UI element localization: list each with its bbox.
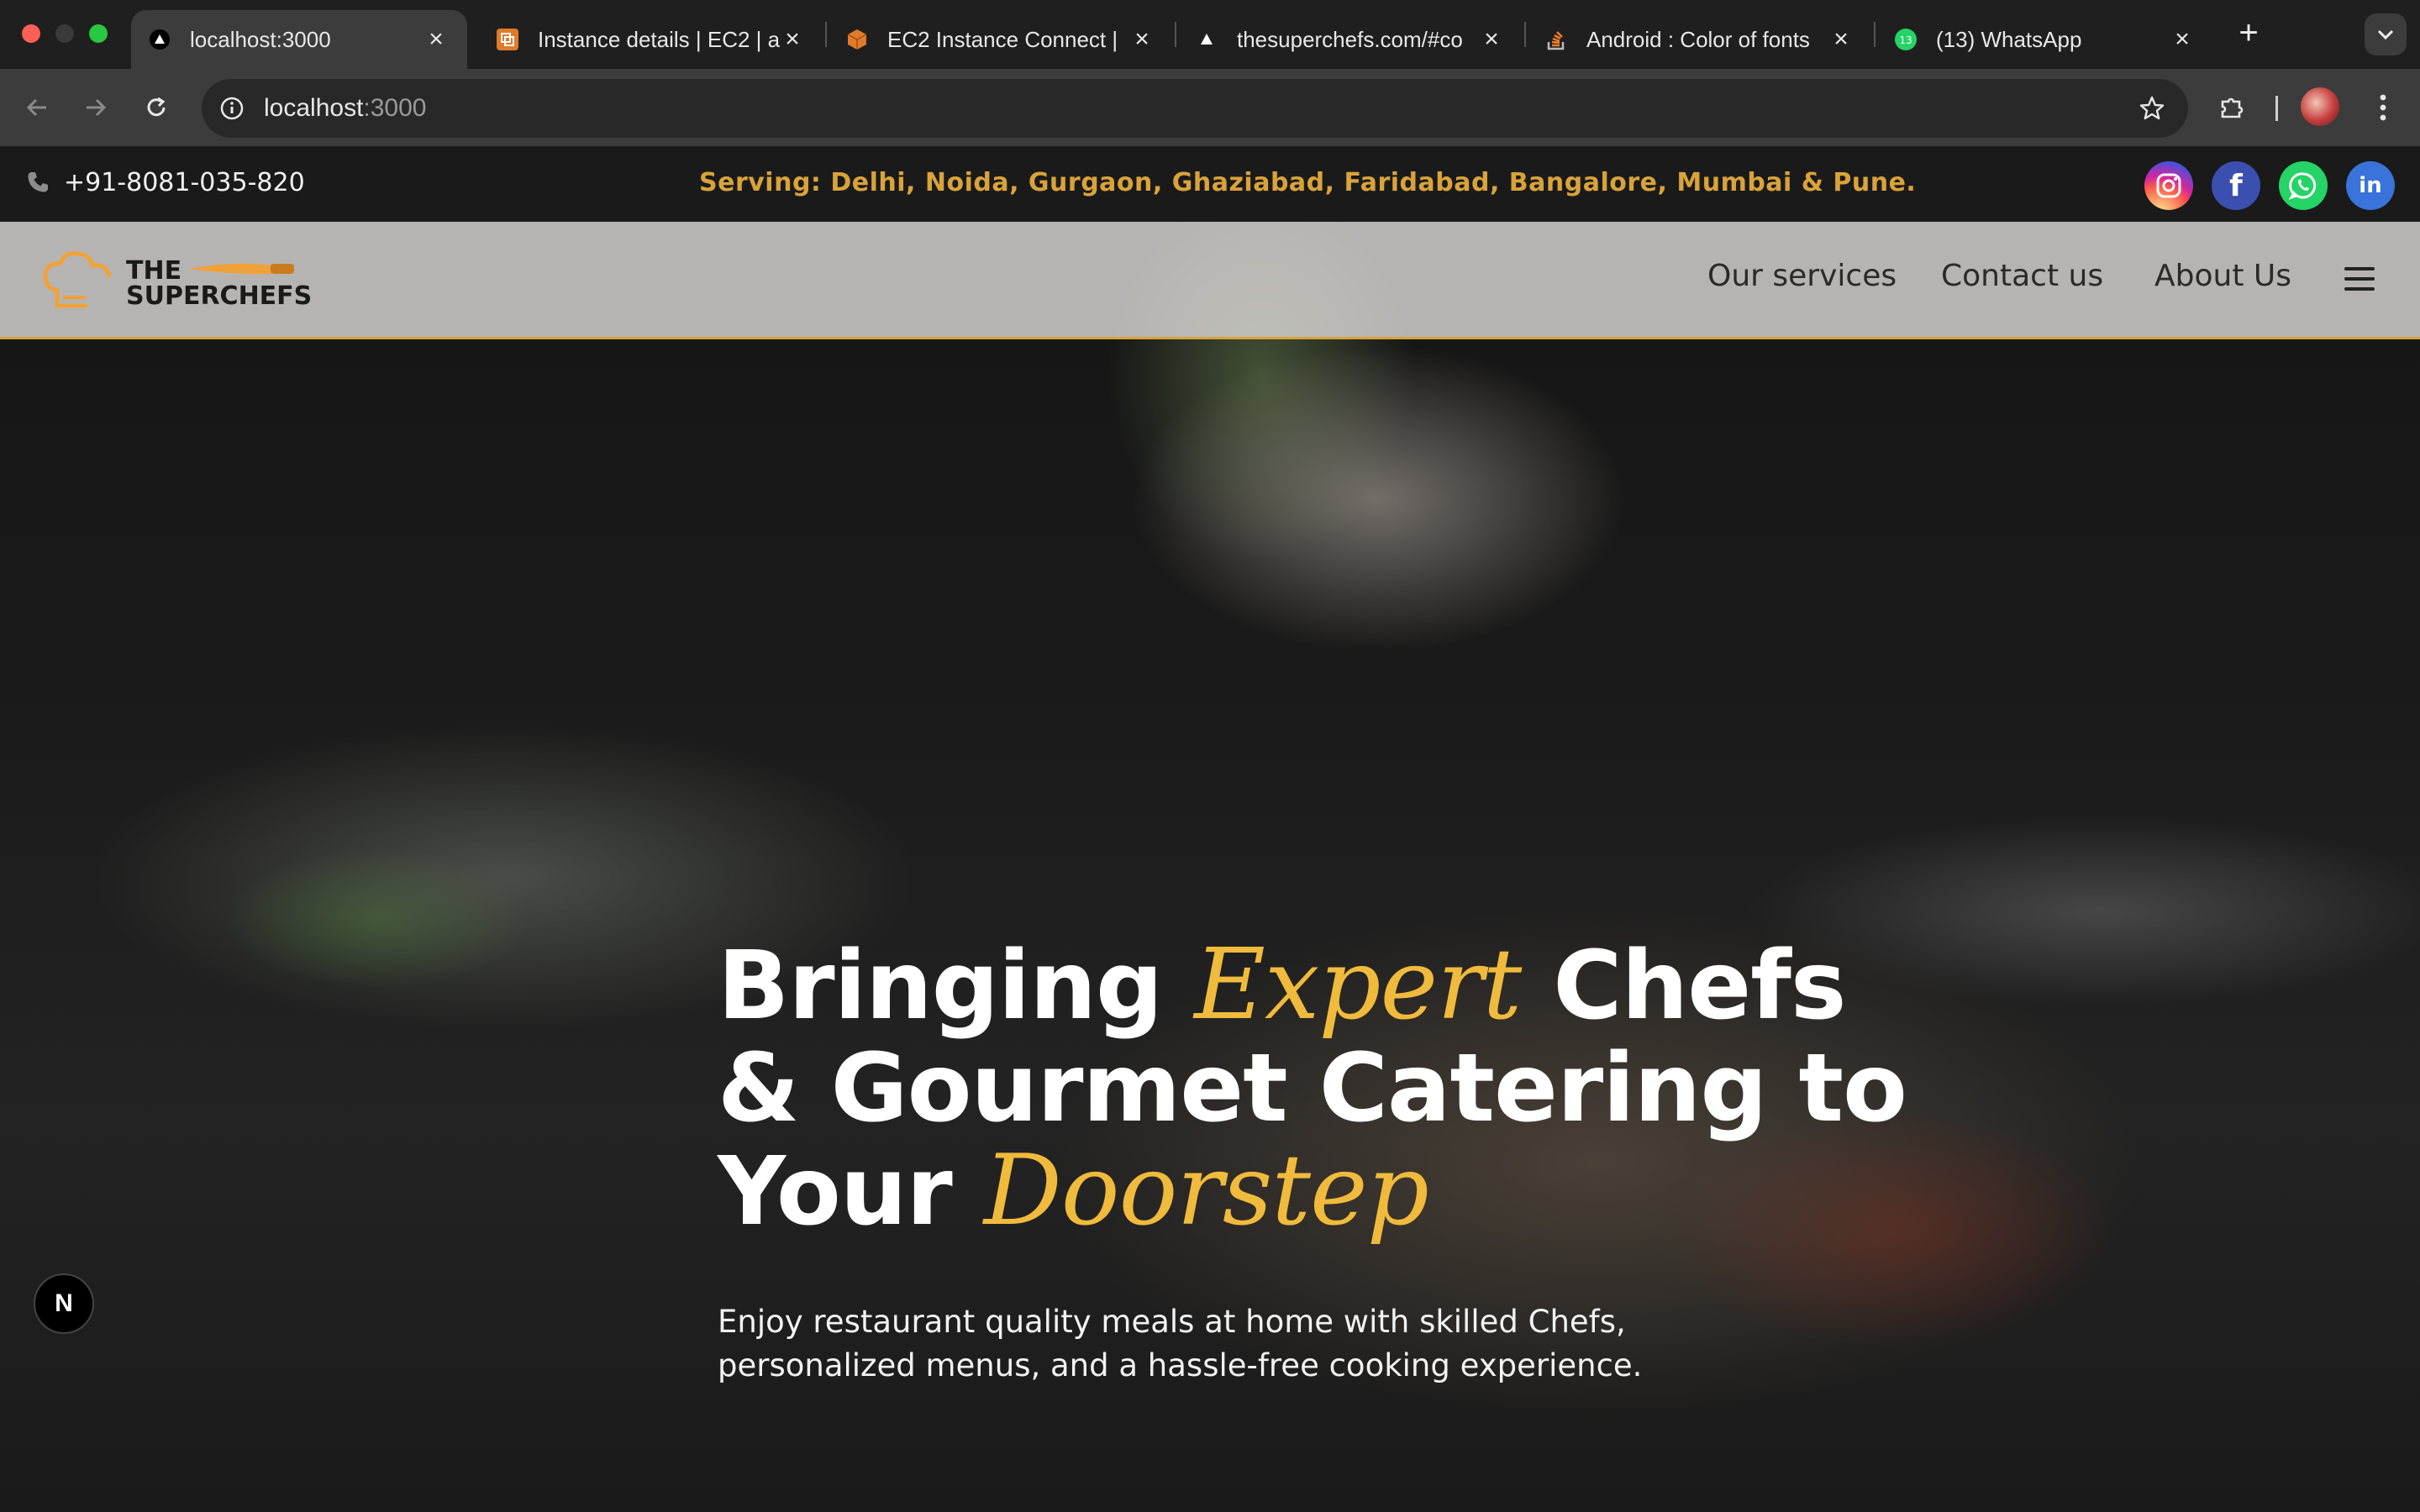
- aws-ec2-icon: [496, 28, 519, 51]
- close-tab-icon[interactable]: ×: [780, 27, 805, 52]
- bookmark-star-icon[interactable]: [2134, 91, 2170, 126]
- site-header: THE SUPERCHEFS Our services Contact us A…: [0, 222, 2420, 339]
- browser-tab-superchefs[interactable]: thesuperchefs.com/#co ×: [1178, 10, 1523, 69]
- nav-about-us[interactable]: About Us: [2154, 259, 2291, 293]
- instagram-icon[interactable]: [2144, 161, 2193, 210]
- logo-text: THE SUPERCHEFS: [126, 256, 313, 311]
- aws-cube-icon: [845, 28, 869, 51]
- tab-title: Android : Color of fonts: [1586, 26, 1810, 52]
- phone-number-link[interactable]: +91-8081-035-820: [64, 168, 305, 197]
- browser-tab-localhost[interactable]: localhost:3000 ×: [131, 10, 467, 69]
- url-text: localhost:3000: [264, 94, 427, 122]
- browser-tab-android-fonts[interactable]: Android : Color of fonts ×: [1528, 10, 1872, 69]
- tab-title: localhost:3000: [190, 26, 331, 52]
- chevron-down-icon: [2377, 29, 2394, 40]
- svg-text:13: 13: [1899, 34, 1912, 46]
- minimize-window-button[interactable]: [55, 24, 74, 43]
- browser-tab-ec2-connect[interactable]: EC2 Instance Connect | ×: [829, 10, 1173, 69]
- hero-subtitle: Enjoy restaurant quality meals at home w…: [718, 1304, 1643, 1383]
- phone-icon: [28, 172, 48, 192]
- site-info-icon[interactable]: [213, 90, 250, 127]
- nav-our-services[interactable]: Our services: [1707, 259, 1897, 293]
- triangle-icon: [1195, 28, 1218, 51]
- browser-toolbar: localhost:3000: [0, 69, 2420, 146]
- browser-tab-strip: localhost:3000 × Instance details | EC2 …: [0, 0, 2420, 69]
- reload-button[interactable]: [138, 89, 175, 126]
- maximize-window-button[interactable]: [89, 24, 108, 43]
- reload-icon: [147, 97, 166, 117]
- close-window-button[interactable]: [22, 24, 40, 43]
- tab-title: thesuperchefs.com/#co: [1237, 26, 1463, 52]
- tab-title: Instance details | EC2 | a: [538, 26, 781, 52]
- close-tab-icon[interactable]: ×: [2170, 27, 2195, 52]
- close-tab-icon[interactable]: ×: [1828, 27, 1854, 52]
- chef-hat-icon: [43, 251, 112, 308]
- nextjs-dev-indicator[interactable]: N: [34, 1273, 94, 1334]
- facebook-icon[interactable]: f: [2212, 161, 2260, 210]
- headline-accent-expert: Expert: [1194, 928, 1522, 1042]
- address-bar[interactable]: localhost:3000: [202, 79, 2188, 138]
- forward-button[interactable]: [77, 89, 114, 126]
- tab-divider: [1524, 22, 1526, 47]
- nav-contact-us[interactable]: Contact us: [1941, 259, 2103, 293]
- whatsapp-icon: 13: [1894, 28, 1918, 51]
- headline-accent-doorstep: Doorstep: [983, 1134, 1429, 1247]
- superchefs-logo[interactable]: THE SUPERCHEFS: [39, 247, 312, 314]
- browser-tab-ec2-instance[interactable]: Instance details | EC2 | a ×: [479, 10, 823, 69]
- whatsapp-icon[interactable]: [2279, 161, 2328, 210]
- close-tab-icon[interactable]: ×: [424, 27, 449, 52]
- back-button[interactable]: [18, 89, 55, 126]
- profile-avatar[interactable]: [2301, 87, 2339, 126]
- kebab-menu-icon[interactable]: [2365, 89, 2402, 126]
- linkedin-icon[interactable]: in: [2346, 161, 2395, 210]
- contact-topbar: +91-8081-035-820 Serving: Delhi, Noida, …: [0, 146, 2420, 222]
- toolbar-divider: [2275, 96, 2278, 121]
- close-tab-icon[interactable]: ×: [1479, 27, 1504, 52]
- tab-divider: [825, 22, 827, 47]
- tab-divider: [1874, 22, 1876, 47]
- extensions-puzzle-icon[interactable]: [2213, 89, 2250, 126]
- close-tab-icon[interactable]: ×: [1129, 27, 1155, 52]
- hamburger-menu-icon[interactable]: [2344, 267, 2375, 292]
- service-cities-text: Serving: Delhi, Noida, Gurgaon, Ghaziaba…: [699, 168, 1917, 197]
- tab-title: (13) WhatsApp: [1936, 26, 2082, 52]
- arrow-right-icon: [87, 98, 107, 117]
- tab-search-button[interactable]: [2365, 13, 2407, 55]
- stackoverflow-icon: [1544, 28, 1568, 51]
- hero-headline: Bringing Expert Chefs & Gourmet Catering…: [718, 928, 1907, 1247]
- new-tab-button[interactable]: +: [2232, 16, 2265, 50]
- arrow-left-icon: [26, 98, 46, 117]
- triangle-icon: [148, 28, 171, 51]
- browser-tab-whatsapp[interactable]: 13 (13) WhatsApp ×: [1877, 10, 2213, 69]
- tab-title: EC2 Instance Connect |: [887, 26, 1118, 52]
- tab-divider: [1175, 22, 1176, 47]
